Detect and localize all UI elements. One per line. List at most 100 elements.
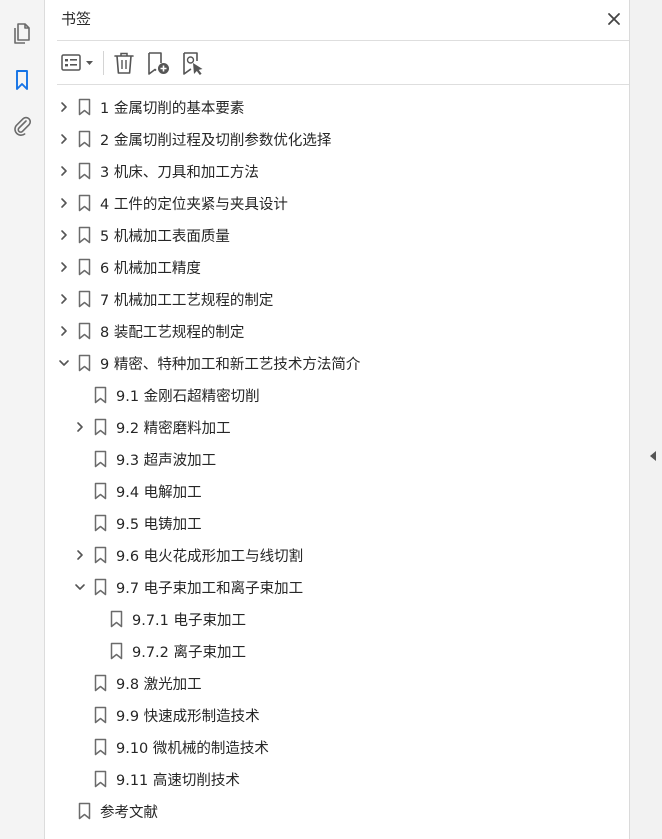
new-bookmark-icon <box>148 52 169 75</box>
bookmark-label: 3 机床、刀具和加工方法 <box>100 164 259 181</box>
bookmark-item[interactable]: 9.4 电解加工 <box>45 475 629 507</box>
bookmark-label: 1 金属切削的基本要素 <box>100 100 245 117</box>
bookmark-item[interactable]: 9.11 高速切削技术 <box>45 763 629 795</box>
bookmark-item[interactable]: 9.10 微机械的制造技术 <box>45 731 629 763</box>
bookmark-item[interactable]: 9.7.1 电子束加工 <box>45 603 629 635</box>
document-pane-edge <box>629 0 662 839</box>
bookmark-label: 9.2 精密磨料加工 <box>116 420 231 437</box>
bookmark-label: 2 金属切削过程及切削参数优化选择 <box>100 132 332 149</box>
chevron-down-icon[interactable] <box>57 356 71 370</box>
panel-title: 书签 <box>61 10 92 28</box>
new-bookmark-button[interactable] <box>144 49 172 77</box>
bookmark-item-icon <box>77 258 91 276</box>
collapse-panel-arrow-icon[interactable] <box>646 448 660 464</box>
bookmark-label: 9.5 电铸加工 <box>116 516 202 533</box>
bookmark-label: 7 机械加工工艺规程的制定 <box>100 292 274 309</box>
bookmark-label: 5 机械加工表面质量 <box>100 228 230 245</box>
chevron-right-icon[interactable] <box>73 548 87 562</box>
chevron-right-icon[interactable] <box>57 132 71 146</box>
bookmark-item[interactable]: 9.9 快速成形制造技术 <box>45 699 629 731</box>
bookmark-item-icon <box>93 514 107 532</box>
chevron-right-icon[interactable] <box>57 292 71 306</box>
bookmark-from-selection-button[interactable] <box>179 49 207 77</box>
chevron-right-icon[interactable] <box>57 324 71 338</box>
bookmark-item[interactable]: 3 机床、刀具和加工方法 <box>45 155 629 187</box>
bookmark-item-icon <box>93 578 107 596</box>
bookmark-item[interactable]: 参考文献 <box>45 795 629 827</box>
bookmark-item[interactable]: 9 精密、特种加工和新工艺技术方法简介 <box>45 347 629 379</box>
bookmark-icon[interactable] <box>9 67 35 93</box>
bookmark-item-icon <box>77 354 91 372</box>
bookmark-item-icon <box>77 130 91 148</box>
chevron-right-icon[interactable] <box>73 420 87 434</box>
pages-icon[interactable] <box>9 20 35 46</box>
options-menu-icon <box>61 54 93 71</box>
bookmark-item[interactable]: 9.7 电子束加工和离子束加工 <box>45 571 629 603</box>
bookmark-item[interactable]: 9.3 超声波加工 <box>45 443 629 475</box>
bookmark-label: 9.3 超声波加工 <box>116 452 217 469</box>
bookmark-item[interactable]: 9.7.2 离子束加工 <box>45 635 629 667</box>
bookmark-item-icon <box>93 450 107 468</box>
bookmark-label: 4 工件的定位夹紧与夹具设计 <box>100 196 288 213</box>
bookmark-item-icon <box>93 546 107 564</box>
bookmark-item-icon <box>77 98 91 116</box>
bookmark-item[interactable]: 9.8 激光加工 <box>45 667 629 699</box>
bookmark-item[interactable]: 9.5 电铸加工 <box>45 507 629 539</box>
bookmark-item[interactable]: 4 工件的定位夹紧与夹具设计 <box>45 187 629 219</box>
chevron-right-icon[interactable] <box>57 228 71 242</box>
bookmark-item-icon <box>93 386 107 404</box>
bookmark-item-icon <box>77 802 91 820</box>
chevron-right-icon[interactable] <box>57 164 71 178</box>
bookmark-tree: 1 金属切削的基本要素 2 金属切削过程及切削参数优化选择 3 机床、刀具和加工方法… <box>45 91 629 827</box>
bookmark-label: 9 精密、特种加工和新工艺技术方法简介 <box>100 356 361 373</box>
bookmark-label: 9.9 快速成形制造技术 <box>116 708 260 725</box>
bookmark-item-icon <box>93 418 107 436</box>
bookmark-label: 9.10 微机械的制造技术 <box>116 740 269 757</box>
header-divider <box>57 40 629 41</box>
bookmark-label: 9.11 高速切削技术 <box>116 772 240 789</box>
bookmark-from-selection-icon <box>183 52 203 75</box>
bookmark-item[interactable]: 9.1 金刚石超精密切削 <box>45 379 629 411</box>
bookmark-item-icon <box>93 674 107 692</box>
chevron-down-icon[interactable] <box>73 580 87 594</box>
attachment-icon[interactable] <box>9 113 35 139</box>
bookmark-label: 9.7.1 电子束加工 <box>132 612 247 629</box>
bookmark-item[interactable]: 6 机械加工精度 <box>45 251 629 283</box>
panel-header: 书签 <box>45 0 629 40</box>
bookmark-item-icon <box>77 322 91 340</box>
bookmark-label: 9.8 激光加工 <box>116 676 202 693</box>
bookmark-label: 9.1 金刚石超精密切削 <box>116 388 260 405</box>
bookmarks-panel: 书签 1 金属切削的基本要素 2 金属切削过程及切削参数优化选择 3 机床、刀具… <box>45 0 629 839</box>
bookmark-item-icon <box>109 642 123 660</box>
bookmark-item-icon <box>93 706 107 724</box>
bookmarks-toolbar <box>45 42 629 84</box>
bookmark-item-icon <box>109 610 123 628</box>
bookmark-item[interactable]: 1 金属切削的基本要素 <box>45 91 629 123</box>
bookmark-item-icon <box>77 290 91 308</box>
options-menu-button[interactable] <box>59 49 97 77</box>
bookmark-item[interactable]: 9.6 电火花成形加工与线切割 <box>45 539 629 571</box>
chevron-right-icon[interactable] <box>57 196 71 210</box>
toolbar-separator <box>103 51 104 75</box>
bookmark-label: 9.6 电火花成形加工与线切割 <box>116 548 304 565</box>
bookmark-label: 9.4 电解加工 <box>116 484 202 501</box>
delete-icon <box>114 52 134 74</box>
bookmark-item[interactable]: 2 金属切削过程及切削参数优化选择 <box>45 123 629 155</box>
bookmark-item[interactable]: 7 机械加工工艺规程的制定 <box>45 283 629 315</box>
chevron-right-icon[interactable] <box>57 260 71 274</box>
bookmark-item-icon <box>77 162 91 180</box>
bookmark-label: 9.7 电子束加工和离子束加工 <box>116 580 304 597</box>
navigation-rail <box>0 0 45 839</box>
bookmark-label: 9.7.2 离子束加工 <box>132 644 247 661</box>
bookmark-item-icon <box>93 738 107 756</box>
toolbar-divider <box>57 84 629 85</box>
bookmark-item-icon <box>93 482 107 500</box>
delete-button[interactable] <box>111 49 137 77</box>
bookmark-item[interactable]: 9.2 精密磨料加工 <box>45 411 629 443</box>
bookmark-item[interactable]: 8 装配工艺规程的制定 <box>45 315 629 347</box>
close-icon[interactable] <box>605 10 623 28</box>
bookmark-item[interactable]: 5 机械加工表面质量 <box>45 219 629 251</box>
bookmark-label: 参考文献 <box>100 804 158 821</box>
bookmark-item-icon <box>77 226 91 244</box>
chevron-right-icon[interactable] <box>57 100 71 114</box>
